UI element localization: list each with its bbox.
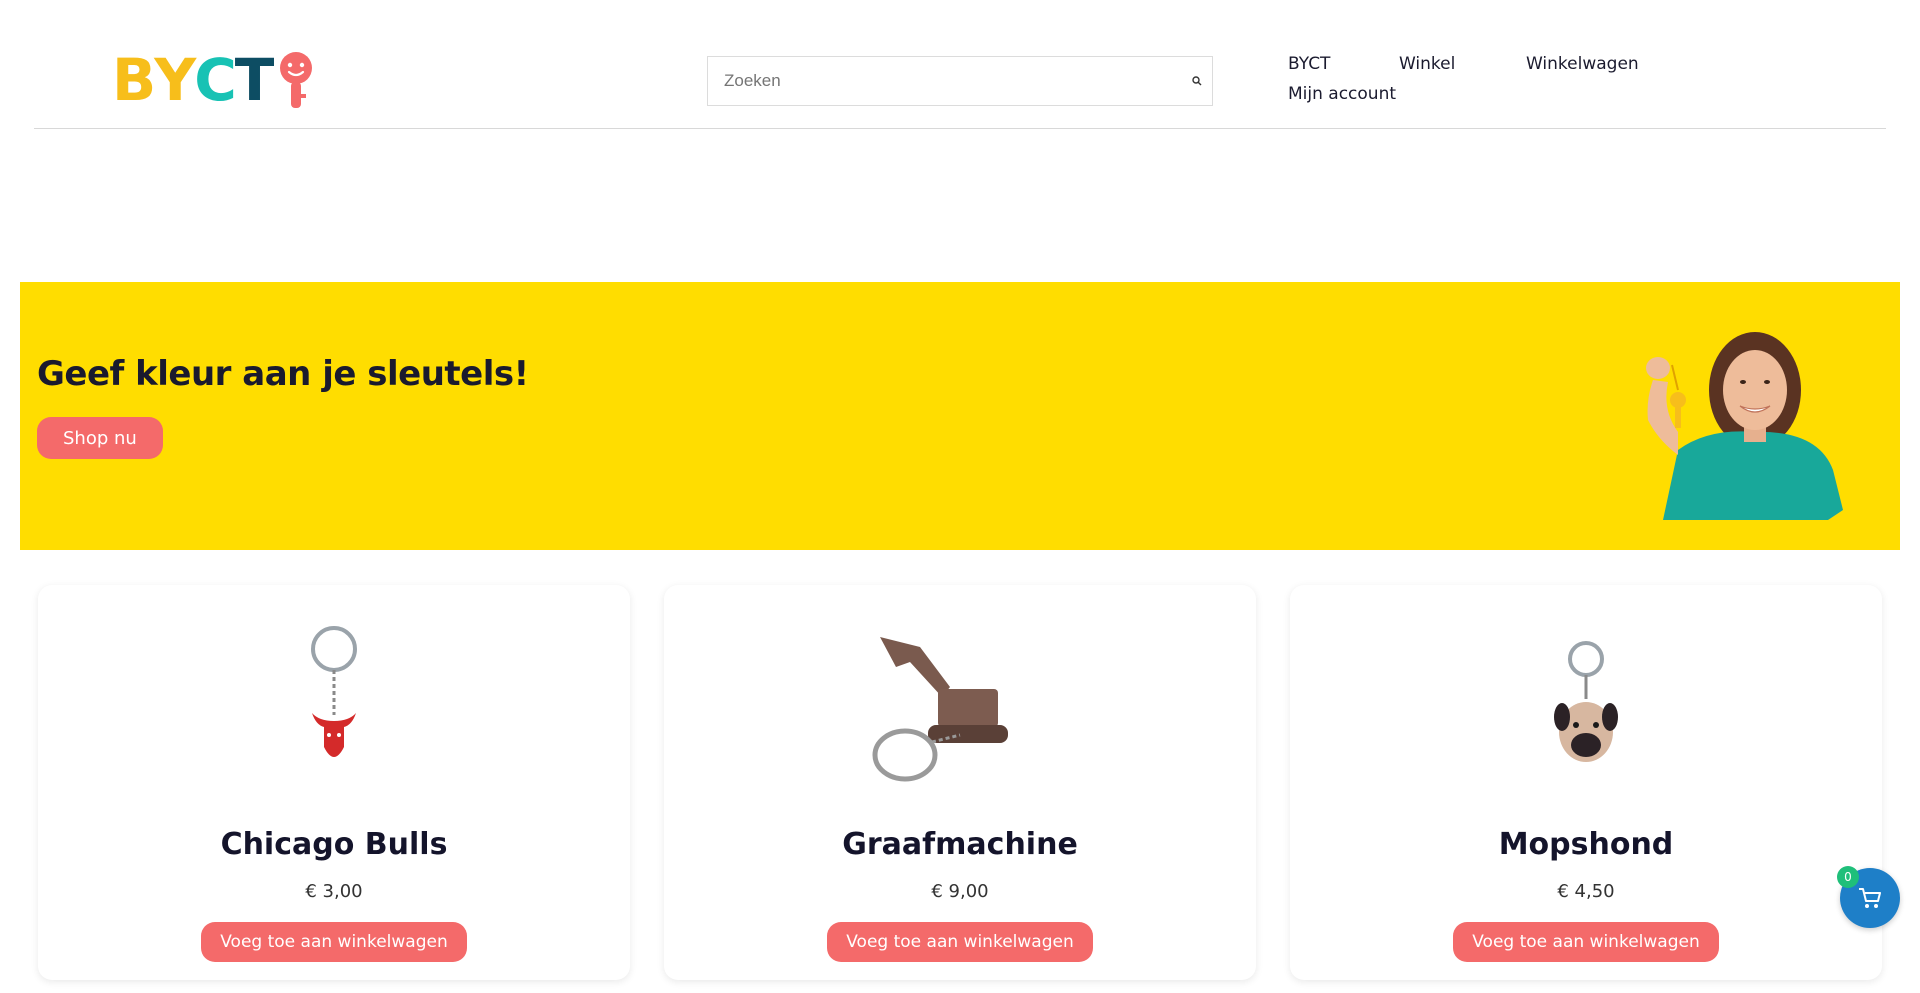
hero-title: Geef kleur aan je sleutels! xyxy=(37,354,529,394)
product-card: Graafmachine € 9,00 Voeg toe aan winkelw… xyxy=(664,585,1256,980)
shop-now-button[interactable]: Shop nu xyxy=(37,417,163,459)
product-price: € 9,00 xyxy=(931,881,989,902)
product-card: Chicago Bulls € 3,00 Voeg toe aan winkel… xyxy=(38,585,630,980)
header-divider xyxy=(34,128,1886,129)
site-header: B Y C T BYCT Winkel Winkelwagen Mijn acc… xyxy=(0,0,1920,130)
search-box xyxy=(707,56,1213,106)
search-icon[interactable] xyxy=(1186,76,1208,86)
add-to-cart-button[interactable]: Voeg toe aan winkelwagen xyxy=(1453,922,1719,962)
hero-image xyxy=(1646,332,1843,520)
logo-letter: Y xyxy=(154,46,196,114)
key-smiley-icon xyxy=(280,52,313,108)
nav-item-winkel[interactable]: Winkel xyxy=(1399,54,1455,74)
product-name: Mopshond xyxy=(1498,827,1674,862)
product-image xyxy=(311,626,357,757)
add-to-cart-button[interactable]: Voeg toe aan winkelwagen xyxy=(827,922,1093,962)
nav-item-winkelwagen[interactable]: Winkelwagen xyxy=(1526,54,1639,74)
product-card: Mopshond € 4,50 Voeg toe aan winkelwagen xyxy=(1290,585,1882,980)
product-image xyxy=(1554,641,1618,762)
logo-letter: C xyxy=(194,46,237,114)
cart-icon xyxy=(1859,888,1881,908)
hero-banner: Geef kleur aan je sleutels! Shop nu xyxy=(20,282,1900,550)
product-name: Graafmachine xyxy=(842,827,1078,862)
product-price: € 4,50 xyxy=(1557,881,1615,902)
product-price: € 3,00 xyxy=(305,881,363,902)
site-logo[interactable]: B Y C T xyxy=(112,50,318,110)
nav-item-mijn-account[interactable]: Mijn account xyxy=(1288,84,1396,104)
cart-count-badge: 0 xyxy=(1837,866,1859,888)
product-name: Chicago Bulls xyxy=(220,827,448,862)
product-image xyxy=(872,637,1008,782)
add-to-cart-button[interactable]: Voeg toe aan winkelwagen xyxy=(201,922,467,962)
logo-letter: T xyxy=(234,46,275,114)
logo-letter: B xyxy=(112,46,156,114)
search-input[interactable] xyxy=(708,58,1186,104)
nav-item-byct[interactable]: BYCT xyxy=(1288,54,1330,74)
